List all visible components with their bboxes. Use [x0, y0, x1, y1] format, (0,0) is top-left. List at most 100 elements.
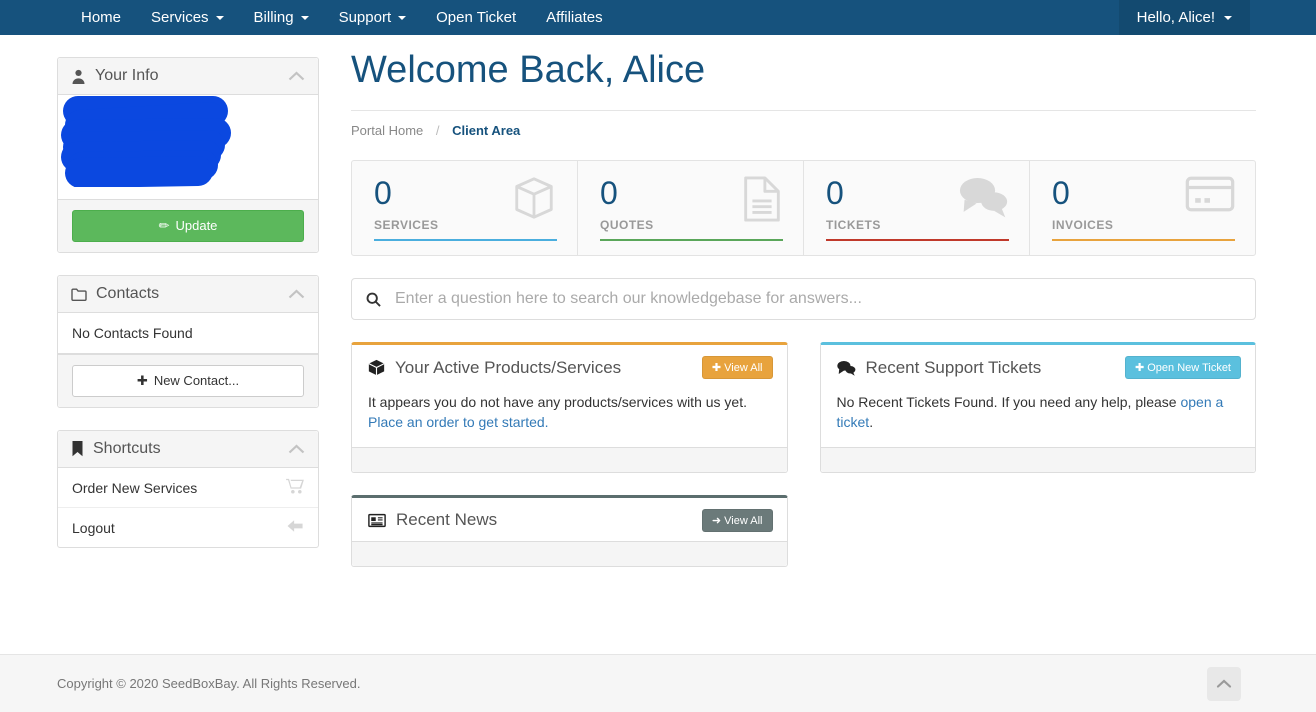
tickets-empty-text: No Recent Tickets Found. If you need any… [836, 394, 1181, 410]
new-contact-button[interactable]: ✚ New Contact... [72, 365, 304, 397]
view-all-news-label: View All [724, 514, 763, 527]
main-content: Welcome Back, Alice Portal Home / Client… [351, 35, 1256, 570]
stats-row: 0 SERVICES 0 QUOTES 0 TICKETS 0 INVOICES [351, 160, 1256, 256]
search-input[interactable] [393, 289, 1241, 309]
nav-item-billing[interactable]: Billing [239, 0, 324, 35]
nav-item-services[interactable]: Services [136, 0, 239, 35]
cards-row: Your Active Products/Services ✚ View All… [351, 342, 1256, 473]
card-active-products: Your Active Products/Services ✚ View All… [351, 342, 788, 473]
nav-item-support[interactable]: Support [324, 0, 422, 35]
sidebar: Your Info ✏ Update Contacts No Contacts … [57, 35, 319, 570]
comments-icon [836, 360, 856, 376]
user-nav: Hello, Alice! [1118, 0, 1316, 35]
card-title: Recent Support Tickets [865, 357, 1042, 377]
nav-item-home[interactable]: Home [66, 0, 136, 35]
view-all-products-label: View All [724, 362, 763, 374]
panel-shortcuts: Shortcuts Order New Services Logout [57, 430, 319, 548]
panel-your-info: Your Info ✏ Update [57, 57, 319, 253]
breadcrumb: Portal Home / Client Area [351, 110, 1256, 138]
nav-item-affiliates[interactable]: Affiliates [531, 0, 617, 35]
plus-icon: ✚ [136, 373, 148, 388]
nav-item-open-ticket[interactable]: Open Ticket [421, 0, 531, 35]
panel-contacts-footer: ✚ New Contact... [58, 354, 318, 407]
card-title: Your Active Products/Services [395, 357, 622, 377]
chevron-up-icon[interactable] [288, 286, 305, 303]
card-active-products-footer [352, 446, 787, 472]
nav-item-label: Affiliates [546, 9, 603, 26]
chevron-down-icon [300, 15, 309, 20]
shortcut-label: Logout [72, 519, 115, 536]
panel-contacts-header[interactable]: Contacts [58, 276, 318, 313]
comments-icon [959, 175, 1009, 222]
main-nav: Home Services Billing Support Open Ticke… [66, 0, 618, 35]
knowledgebase-search[interactable] [351, 278, 1256, 320]
panel-your-info-footer: ✏ Update [58, 199, 318, 252]
card-active-products-header: Your Active Products/Services ✚ View All [352, 345, 787, 388]
stat-invoices[interactable]: 0 INVOICES [1030, 161, 1255, 255]
plus-icon: ✚ [1134, 362, 1145, 374]
bookmark-icon [71, 441, 84, 457]
card-recent-news-footer [352, 540, 787, 566]
sidebar-item-logout[interactable]: Logout [58, 508, 318, 547]
update-button-label: Update [175, 218, 218, 233]
view-all-products-button[interactable]: ✚ View All [701, 356, 773, 379]
panel-your-info-header[interactable]: Your Info [58, 58, 318, 95]
copyright-text: Copyright © 2020 SeedBoxBay. All Rights … [57, 676, 361, 691]
arrow-left-icon [286, 518, 304, 537]
chevron-up-icon[interactable] [288, 441, 305, 458]
search-icon [366, 292, 381, 307]
shortcut-label: Order New Services [72, 479, 198, 496]
stat-services[interactable]: 0 SERVICES [352, 161, 578, 255]
new-contact-button-label: New Contact... [153, 373, 240, 388]
panel-title: Contacts [96, 285, 160, 302]
chevron-down-icon [1224, 15, 1232, 20]
place-order-link[interactable]: Place an order to get started. [368, 414, 549, 430]
nav-item-label: Open Ticket [436, 9, 517, 26]
tickets-text-end: . [869, 414, 874, 431]
panel-your-info-body [58, 95, 318, 199]
page-body: Your Info ✏ Update Contacts No Contacts … [0, 35, 1316, 570]
breadcrumb-portal-home[interactable]: Portal Home [351, 123, 423, 138]
nav-item-label: Services [151, 9, 209, 26]
box-icon [511, 175, 557, 224]
card-recent-tickets-header: Recent Support Tickets ✚ Open New Ticket [821, 345, 1256, 388]
box-icon [368, 359, 385, 376]
stat-underline [374, 239, 557, 241]
stat-underline [600, 239, 783, 241]
news-row: Recent News ➜ View All [351, 494, 1257, 567]
nav-right-spacer [1250, 0, 1316, 35]
user-greeting: Hello, Alice! [1136, 9, 1215, 26]
panel-shortcuts-header[interactable]: Shortcuts [58, 431, 318, 468]
redacted-personal-info [58, 95, 318, 187]
breadcrumb-current: Client Area [452, 123, 521, 138]
card-recent-news-header: Recent News ➜ View All [352, 498, 787, 541]
scroll-to-top-button[interactable] [1207, 666, 1241, 701]
view-all-news-button[interactable]: ➜ View All [701, 508, 773, 532]
open-new-ticket-button[interactable]: ✚ Open New Ticket [1124, 356, 1241, 379]
document-icon [741, 175, 783, 226]
chevron-up-icon[interactable] [288, 68, 305, 85]
stat-underline [826, 239, 1009, 241]
open-new-ticket-label: Open New Ticket [1147, 362, 1231, 374]
chevron-down-icon [398, 15, 407, 20]
stat-tickets[interactable]: 0 TICKETS [804, 161, 1030, 255]
user-menu-button[interactable]: Hello, Alice! [1118, 0, 1250, 35]
newspaper-icon [368, 513, 386, 528]
stat-underline [1052, 239, 1235, 241]
nav-item-label: Billing [253, 9, 294, 26]
breadcrumb-separator: / [435, 123, 440, 138]
stat-quotes[interactable]: 0 QUOTES [578, 161, 804, 255]
card-recent-tickets-footer [820, 446, 1255, 472]
shopping-cart-icon [286, 478, 304, 497]
page-footer: Copyright © 2020 SeedBoxBay. All Rights … [0, 654, 1316, 712]
contacts-empty-message: No Contacts Found [58, 313, 318, 354]
chevron-down-icon [215, 15, 224, 20]
nav-item-label: Home [81, 9, 122, 26]
news-row-spacer [820, 495, 1257, 567]
update-button[interactable]: ✏ Update [72, 210, 304, 242]
credit-card-icon [1185, 175, 1235, 216]
card-title: Recent News [396, 510, 498, 530]
sidebar-item-order-new-services[interactable]: Order New Services [58, 468, 318, 508]
page-title: Welcome Back, Alice [351, 49, 706, 91]
chevron-up-icon [1216, 676, 1232, 692]
